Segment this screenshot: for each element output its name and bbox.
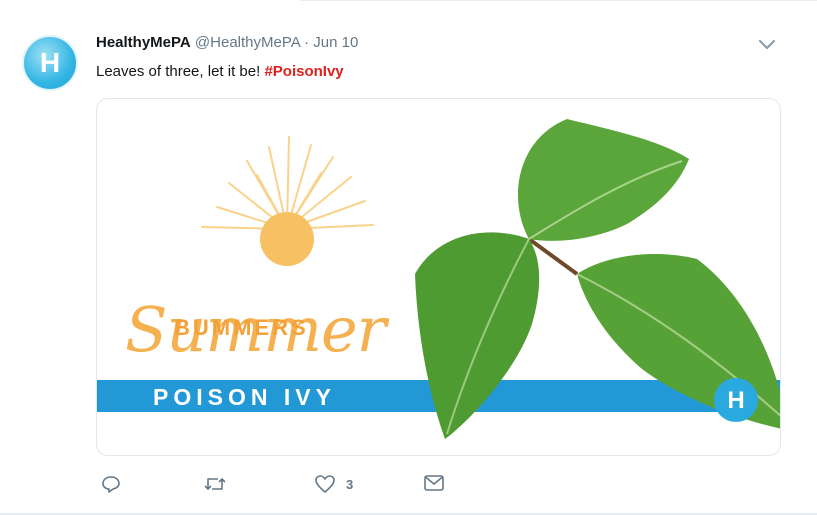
like-button[interactable]: 3 [314,474,353,494]
bummers-label: BUMMERS [174,315,309,340]
retweet-button[interactable] [203,474,227,494]
healthyme-logo: H [714,378,758,422]
author-avatar[interactable]: H [22,35,78,91]
more-options-button[interactable] [757,38,777,52]
top-divider [300,0,817,1]
svg-text:H: H [40,47,60,78]
reply-button[interactable] [101,474,121,494]
header-separator: · [304,34,310,51]
heart-icon [315,475,335,493]
hashtag-link[interactable]: #PoisonIvy [264,63,343,80]
direct-message-button[interactable] [423,474,445,492]
author-name[interactable]: HealthyMePA [96,34,191,51]
card-white-mask [247,267,337,269]
tweet-actions: 3 [0,474,817,500]
like-count: 3 [346,476,354,492]
envelope-icon [424,475,444,491]
tweet-date[interactable]: Jun 10 [313,34,358,51]
tweet-text: Leaves of three, let it be! #PoisonIvy [96,63,344,80]
retweet-icon [204,478,226,490]
reply-icon [102,476,120,493]
tweet-header: HealthyMePA @HealthyMePA · Jun 10 [96,34,358,51]
sun-circle [260,212,314,266]
avatar-h-logo: H [40,47,60,78]
svg-text:H: H [727,387,744,414]
chevron-down-icon [759,40,775,49]
media-card[interactable]: Summer BUMMERS POISON IVY H [96,98,781,456]
author-handle[interactable]: @HealthyMePA [195,34,300,51]
tweet-body: Leaves of three, let it be! [96,63,261,80]
poison-ivy-banner-label: POISON IVY [153,384,336,410]
leaf-top [517,119,689,241]
h-logo-icon: H [727,387,744,414]
